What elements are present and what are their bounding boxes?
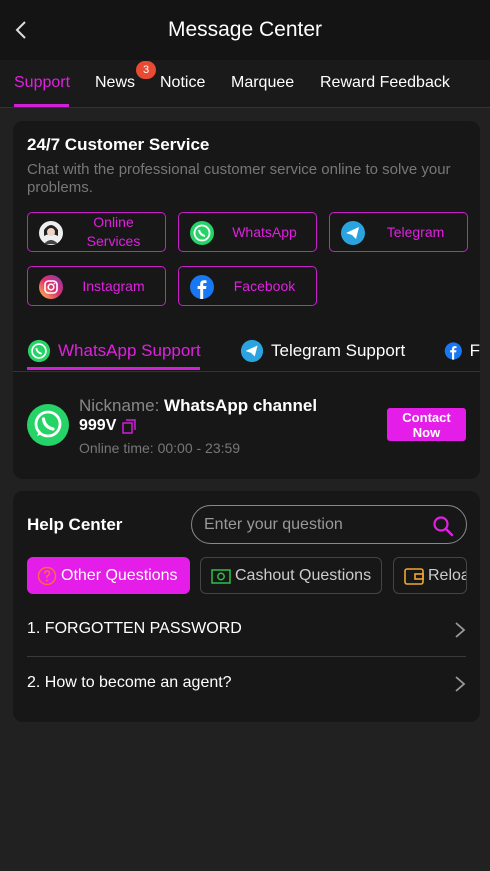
category-reload[interactable]: Reloa bbox=[393, 557, 467, 594]
facebook-icon bbox=[444, 342, 462, 360]
online-services-button[interactable]: Online Services bbox=[27, 212, 166, 252]
news-badge: 3 bbox=[136, 61, 156, 79]
question-icon bbox=[37, 566, 57, 585]
help-center-card: Help Center Other Questions Cashout Ques… bbox=[13, 491, 480, 722]
whatsapp-support-label: WhatsApp Support bbox=[58, 341, 201, 360]
online-services-label: Online Services bbox=[86, 214, 141, 249]
tab-whatsapp-support[interactable]: WhatsApp Support bbox=[27, 337, 201, 365]
search-input[interactable] bbox=[204, 506, 424, 543]
cash-icon bbox=[211, 568, 231, 584]
instagram-button[interactable]: Instagram bbox=[27, 266, 166, 306]
active-tab-indicator bbox=[14, 104, 69, 107]
chevron-right-icon bbox=[455, 676, 466, 692]
customer-service-title: 24/7 Customer Service bbox=[27, 135, 210, 154]
telegram-button[interactable]: Telegram bbox=[329, 212, 468, 252]
top-tabs: Support News Notice Marquee Reward Feedb… bbox=[0, 60, 490, 108]
facebook-label: Facebook bbox=[233, 277, 296, 294]
facebook-icon bbox=[190, 275, 214, 299]
contact-handle: 999V bbox=[79, 417, 117, 434]
telegram-icon bbox=[341, 221, 365, 245]
instagram-label: Instagram bbox=[82, 277, 145, 294]
chevron-right-icon bbox=[455, 622, 466, 638]
whatsapp-button[interactable]: WhatsApp bbox=[178, 212, 317, 252]
customer-service-card: 24/7 Customer Service Chat with the prof… bbox=[13, 121, 480, 479]
contact-handle-row: 999V bbox=[79, 417, 137, 435]
tab-notice[interactable]: Notice bbox=[160, 74, 205, 92]
faq-question: 1. FORGOTTEN PASSWORD bbox=[27, 620, 242, 637]
nickname-label: Nickname: bbox=[79, 396, 160, 415]
telegram-icon bbox=[240, 339, 264, 363]
whatsapp-icon bbox=[190, 221, 214, 245]
tab-reward-feedback[interactable]: Reward Feedback bbox=[320, 74, 450, 92]
divider bbox=[13, 371, 480, 372]
search-icon[interactable] bbox=[432, 515, 454, 537]
faq-question: 2. How to become an agent? bbox=[27, 674, 232, 691]
help-center-title: Help Center bbox=[27, 515, 123, 534]
customer-service-description: Chat with the professional customer serv… bbox=[27, 161, 451, 196]
whatsapp-label: WhatsApp bbox=[232, 223, 297, 240]
category-label: Reloa bbox=[428, 566, 467, 584]
search-box bbox=[191, 505, 467, 544]
faq-item[interactable]: 2. How to become an agent? bbox=[27, 656, 466, 710]
tab-telegram-support[interactable]: Telegram Support bbox=[240, 337, 405, 365]
faq-item[interactable]: 1. FORGOTTEN PASSWORD bbox=[27, 602, 466, 656]
header-bar: Message Center bbox=[0, 0, 490, 60]
whatsapp-icon bbox=[27, 339, 51, 363]
category-label: Other Questions bbox=[61, 566, 178, 584]
support-tab-indicator bbox=[27, 367, 200, 370]
nickname-value: WhatsApp channel bbox=[164, 396, 318, 415]
telegram-support-label: Telegram Support bbox=[271, 341, 406, 360]
contact-now-button[interactable]: Contact Now bbox=[387, 408, 466, 441]
category-cashout-questions[interactable]: Cashout Questions bbox=[200, 557, 382, 594]
tab-marquee[interactable]: Marquee bbox=[231, 74, 294, 92]
copy-icon[interactable] bbox=[122, 418, 137, 434]
facebook-button[interactable]: Facebook bbox=[178, 266, 317, 306]
avatar-icon bbox=[39, 221, 63, 245]
back-arrow-icon[interactable] bbox=[14, 20, 28, 40]
wallet-icon bbox=[404, 567, 424, 585]
category-other-questions[interactable]: Other Questions bbox=[27, 557, 190, 594]
instagram-icon bbox=[39, 275, 63, 299]
facebook-support-label: F bbox=[469, 341, 480, 360]
online-time: Online time: 00:00 - 23:59 bbox=[79, 440, 241, 456]
tab-news[interactable]: News bbox=[95, 74, 135, 92]
telegram-label: Telegram bbox=[386, 223, 445, 240]
category-label: Cashout Questions bbox=[235, 566, 372, 584]
page-title: Message Center bbox=[167, 18, 323, 41]
tab-facebook-support[interactable]: F bbox=[444, 337, 480, 365]
whatsapp-icon bbox=[27, 404, 69, 446]
tab-support[interactable]: Support bbox=[14, 74, 70, 92]
contact-nickname: Nickname: WhatsApp channel bbox=[79, 396, 317, 416]
